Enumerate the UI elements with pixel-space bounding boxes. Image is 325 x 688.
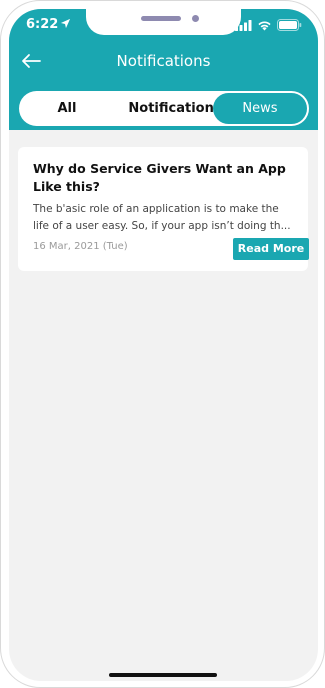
page-title: Notifications: [116, 52, 211, 70]
signal-icon: [235, 19, 252, 31]
battery-icon: [277, 19, 302, 31]
tab-bar: All Notifications News: [19, 91, 309, 126]
status-icons: [235, 19, 302, 31]
device-notch: [86, 9, 241, 35]
status-time: 6:22: [26, 17, 59, 32]
wifi-icon: [258, 20, 271, 30]
home-indicator: [109, 673, 217, 677]
front-camera: [192, 15, 199, 22]
phone-frame: 6:22 Notifications All Notifications New…: [0, 0, 325, 688]
read-more-button[interactable]: Read More: [233, 238, 309, 260]
location-arrow-icon: [60, 18, 71, 29]
news-title: Why do Service Givers Want an App Like t…: [33, 161, 286, 194]
screen: 6:22 Notifications All Notifications New…: [9, 9, 318, 681]
news-date: 16 Mar, 2021 (Tue): [33, 241, 128, 252]
speaker-grille: [141, 16, 181, 21]
tab-news[interactable]: News: [213, 93, 307, 124]
news-excerpt: The b'asic role of an application is to …: [33, 203, 291, 232]
news-card[interactable]: Why do Service Givers Want an App Like t…: [18, 147, 309, 271]
tab-all[interactable]: All: [37, 91, 97, 126]
app-header: 6:22 Notifications All Notifications New…: [9, 9, 318, 130]
